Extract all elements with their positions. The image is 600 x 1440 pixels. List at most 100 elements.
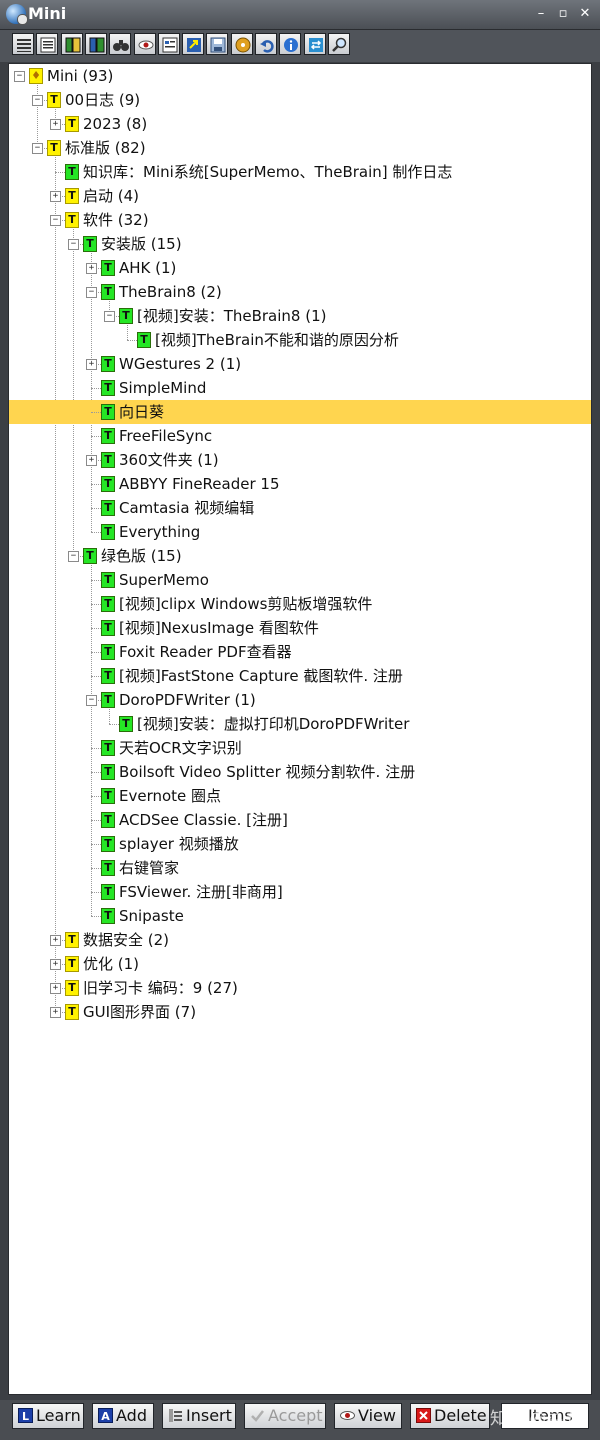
tree-node-label: AHK (1) bbox=[119, 259, 177, 277]
tree-connector bbox=[91, 436, 101, 437]
tree-node[interactable]: − T 标准版 (82) bbox=[9, 136, 591, 160]
tree-node[interactable]: T [视频]安装：虚拟打印机DoroPDFWriter bbox=[9, 712, 591, 736]
properties-toolbar-button[interactable] bbox=[157, 33, 180, 55]
tree-node[interactable]: T 右键管家 bbox=[9, 856, 591, 880]
close-button[interactable]: ✕ bbox=[576, 5, 594, 23]
expand-toggle[interactable]: + bbox=[86, 359, 97, 370]
accept-button[interactable]: Accept bbox=[244, 1403, 326, 1429]
tree-connector bbox=[91, 892, 101, 893]
tree-node[interactable]: T Everything bbox=[9, 520, 591, 544]
tree-node[interactable]: − T 绿色版 (15) bbox=[9, 544, 591, 568]
tree-node[interactable]: T Evernote 圈点 bbox=[9, 784, 591, 808]
insert-button[interactable]: Insert bbox=[162, 1403, 236, 1429]
tree-node[interactable]: T SuperMemo bbox=[9, 568, 591, 592]
topic-icon: T bbox=[65, 932, 79, 948]
tree-node[interactable]: Tsplayer 视频播放 bbox=[9, 832, 591, 856]
tree-node[interactable]: T Snipaste bbox=[9, 904, 591, 928]
tree-node[interactable]: + T 数据安全 (2) bbox=[9, 928, 591, 952]
tree-node-label: 2023 (8) bbox=[83, 115, 148, 133]
collapse-toggle[interactable]: − bbox=[104, 311, 115, 322]
list-view-toolbar-button[interactable] bbox=[12, 33, 34, 55]
tree-node[interactable]: + T 2023 (8) bbox=[9, 112, 591, 136]
tree-node-label: 旧学习卡 编码：9 (27) bbox=[83, 979, 238, 997]
tree-node[interactable]: + T 360文件夹 (1) bbox=[9, 448, 591, 472]
view-button[interactable]: View bbox=[334, 1403, 402, 1429]
undo-toolbar-button[interactable] bbox=[255, 33, 277, 55]
tree-node[interactable]: + T 启动 (4) bbox=[9, 184, 591, 208]
tree-node[interactable]: + T 旧学习卡 编码：9 (27) bbox=[9, 976, 591, 1000]
tree-node[interactable]: T Camtasia 视频编辑 bbox=[9, 496, 591, 520]
restore-button[interactable]: ▫ bbox=[554, 5, 572, 23]
collapse-toggle[interactable]: − bbox=[86, 695, 97, 706]
tree-node[interactable]: T FSViewer. 注册[非商用] bbox=[9, 880, 591, 904]
tree-node[interactable]: T 天若OCR文字识别 bbox=[9, 736, 591, 760]
disc-toolbar-button[interactable] bbox=[230, 33, 253, 55]
tree-node[interactable]: T Foxit Reader PDF查看器 bbox=[9, 640, 591, 664]
expand-toggle[interactable]: + bbox=[50, 935, 61, 946]
outline-view-toolbar-button[interactable] bbox=[36, 33, 59, 55]
tree-node-label: [视频]NexusImage 看图软件 bbox=[119, 619, 319, 637]
tree-node[interactable]: − T [视频]安装：TheBrain8 (1) bbox=[9, 304, 591, 328]
expand-toggle[interactable]: + bbox=[86, 263, 97, 274]
tree-connector bbox=[91, 580, 101, 581]
tree-node[interactable]: T FreeFileSync bbox=[9, 424, 591, 448]
expand-toggle[interactable]: + bbox=[50, 191, 61, 202]
tree-node[interactable]: − T 00日志 (9) bbox=[9, 88, 591, 112]
item-icon: T bbox=[101, 596, 115, 612]
item-icon: T bbox=[101, 452, 115, 468]
find-toolbar-button[interactable] bbox=[327, 33, 350, 55]
item-icon: T bbox=[137, 332, 151, 348]
expand-toggle[interactable]: + bbox=[50, 119, 61, 130]
tree-node[interactable]: − T TheBrain8 (2) bbox=[9, 280, 591, 304]
tree-node[interactable]: T 向日葵 bbox=[9, 400, 591, 424]
tree-node[interactable]: + T WGestures 2 (1) bbox=[9, 352, 591, 376]
save-toolbar-button[interactable] bbox=[206, 33, 229, 55]
tree-node[interactable]: T [视频]FastStone Capture 截图软件. 注册 bbox=[9, 664, 591, 688]
expand-toggle[interactable]: + bbox=[86, 455, 97, 466]
list-view-icon bbox=[17, 39, 31, 52]
minimize-button[interactable]: – bbox=[532, 5, 550, 23]
delete-button[interactable]: Delete bbox=[410, 1403, 490, 1429]
tree-node[interactable]: T SimpleMind bbox=[9, 376, 591, 400]
collapse-toggle[interactable]: − bbox=[86, 287, 97, 298]
tree-node[interactable]: − T DoroPDFWriter (1) bbox=[9, 688, 591, 712]
learn-button[interactable]: L Learn bbox=[12, 1403, 84, 1429]
collapse-toggle[interactable]: − bbox=[32, 143, 43, 154]
add-button[interactable]: A Add bbox=[92, 1403, 154, 1429]
tree-node[interactable]: T [视频]TheBrain不能和谐的原因分析 bbox=[9, 328, 591, 352]
book-green-toolbar-button[interactable] bbox=[60, 33, 83, 55]
tree-node[interactable]: + T 优化 (1) bbox=[9, 952, 591, 976]
book-blue-toolbar-button[interactable] bbox=[84, 33, 107, 55]
tree-node[interactable]: T [视频]NexusImage 看图软件 bbox=[9, 616, 591, 640]
eye-toolbar-button[interactable] bbox=[133, 33, 156, 55]
knowledge-tree[interactable]: − ♦ Mini (93) − T 00日志 (9) + T 2023 (8) − T 标准版 (82… bbox=[8, 63, 592, 1395]
item-icon: T bbox=[119, 716, 133, 732]
collapse-toggle[interactable]: − bbox=[14, 71, 25, 82]
tree-node[interactable]: T Boilsoft Video Splitter 视频分割软件. 注册 bbox=[9, 760, 591, 784]
collapse-toggle[interactable]: − bbox=[68, 551, 79, 562]
tree-connector bbox=[91, 868, 101, 869]
expand-toggle[interactable]: + bbox=[50, 983, 61, 994]
collapse-toggle[interactable]: − bbox=[32, 95, 43, 106]
export-toolbar-button[interactable] bbox=[182, 33, 205, 55]
tree-node[interactable]: T [视频]clipx Windows剪贴板增强软件 bbox=[9, 592, 591, 616]
tree-connector bbox=[91, 676, 101, 677]
tree-node[interactable]: − T 软件 (32) bbox=[9, 208, 591, 232]
tree-node[interactable]: + T AHK (1) bbox=[9, 256, 591, 280]
sync-toolbar-button[interactable] bbox=[303, 33, 326, 55]
collapse-toggle[interactable]: − bbox=[50, 215, 61, 226]
binoculars-toolbar-button[interactable] bbox=[109, 33, 132, 55]
tree-node[interactable]: + T GUI图形界面 (7) bbox=[9, 1000, 591, 1024]
expand-toggle[interactable]: + bbox=[50, 1007, 61, 1018]
tree-node[interactable]: T ACDSee Classie. [注册] bbox=[9, 808, 591, 832]
accept-label: Accept bbox=[268, 1406, 323, 1425]
info-toolbar-button[interactable] bbox=[279, 33, 302, 55]
tree-node[interactable]: − ♦ Mini (93) bbox=[9, 64, 591, 88]
tree-connector bbox=[91, 844, 101, 845]
tree-node[interactable]: T ABBYY FineReader 15 bbox=[9, 472, 591, 496]
tree-node[interactable]: − T 安装版 (15) bbox=[9, 232, 591, 256]
add-icon: A bbox=[98, 1408, 113, 1423]
tree-node[interactable]: T 知识库：Mini系统[SuperMemo、TheBrain] 制作日志 bbox=[9, 160, 591, 184]
collapse-toggle[interactable]: − bbox=[68, 239, 79, 250]
expand-toggle[interactable]: + bbox=[50, 959, 61, 970]
